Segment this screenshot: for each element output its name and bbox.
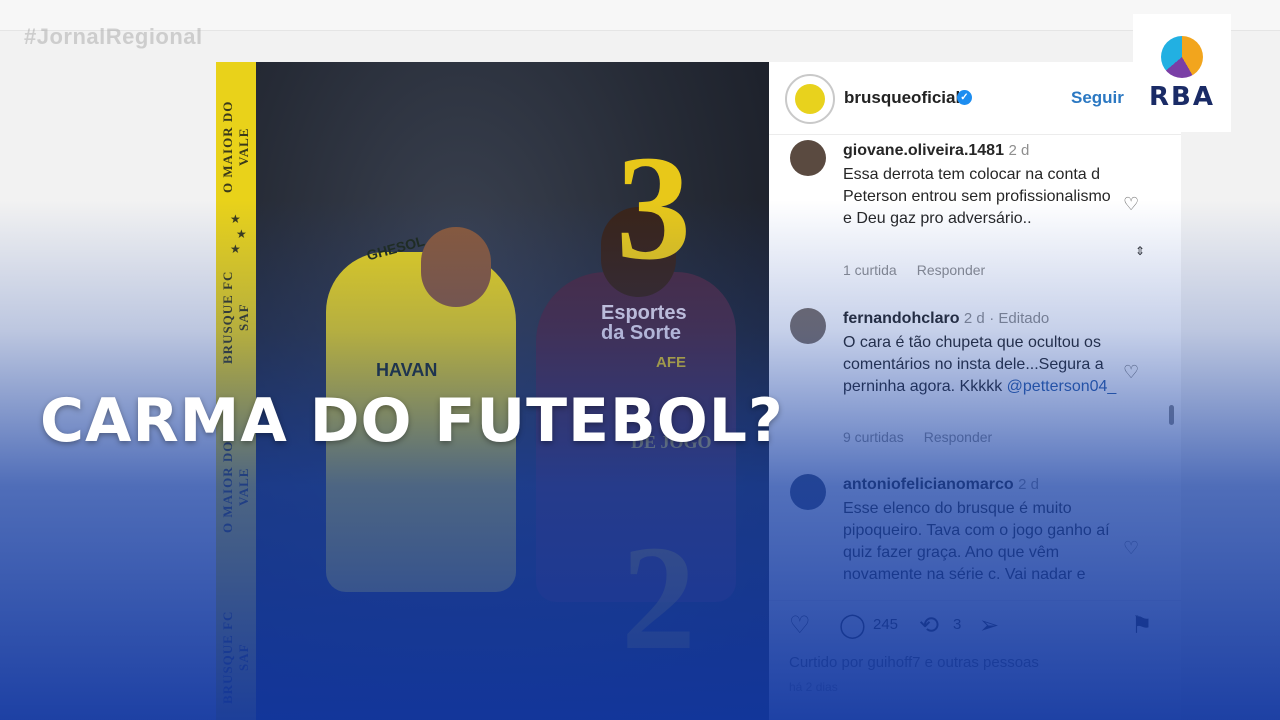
comment-text: O cara é tão chupeta que ocultou os come… — [843, 332, 1123, 398]
score-home-number: 3 — [616, 125, 691, 291]
verified-badge-icon: ✓ — [957, 90, 972, 105]
stripe-label-bottom: BRUSQUE FC SAF — [220, 610, 251, 704]
repost-icon[interactable]: ⟲ — [919, 611, 939, 640]
commenter-avatar[interactable] — [790, 308, 826, 344]
comment-likes[interactable]: 9 curtidas — [843, 429, 904, 445]
comment-actions: 1 curtida Responder — [843, 262, 1005, 278]
scrollbar-thumb[interactable] — [1169, 405, 1174, 425]
comment-username[interactable]: antoniofelicianomarco — [843, 476, 1014, 493]
jersey-sponsor-purple-2: da Sorte — [601, 322, 682, 344]
reply-button[interactable]: Responder — [917, 262, 986, 278]
comment-time: 2 d — [963, 310, 985, 327]
follow-button[interactable]: Seguir — [1071, 88, 1124, 108]
jersey-badge-afe: AFE — [656, 354, 686, 371]
broadcast-frame: #JornalRegional O MAIOR DO VALE ★ ★ ★ BR… — [0, 0, 1280, 720]
stripe-label-mid: BRUSQUE FC SAF — [220, 270, 251, 364]
comment-bubble-icon[interactable]: ◯ — [839, 611, 866, 640]
commenter-avatar[interactable] — [790, 474, 826, 510]
comment-text: Esse elenco do brusque é muito pipoqueir… — [843, 500, 1110, 583]
like-heart-icon[interactable]: ♡ — [789, 611, 811, 640]
share-send-icon[interactable]: ➢ — [979, 611, 999, 640]
comment-item: antoniofelicianomarco 2 d Esse elenco do… — [769, 474, 1181, 596]
account-handle[interactable]: brusqueoficial — [844, 88, 960, 108]
comment-item: fernandohclaro 2 d · Editado O cara é tã… — [769, 308, 1181, 458]
comment-username[interactable]: fernandohclaro — [843, 310, 959, 327]
commenter-avatar[interactable] — [790, 140, 826, 176]
comment-username[interactable]: giovane.oliveira.1481 — [843, 142, 1004, 159]
post-timestamp: há 2 dias — [789, 680, 838, 694]
comment-mention[interactable]: @petterson04_ — [1007, 378, 1117, 395]
comment-likes[interactable]: 1 curtida — [843, 262, 897, 278]
star-icon: ★ — [230, 212, 241, 226]
repost-count: 3 — [953, 616, 962, 633]
reply-button[interactable]: Responder — [924, 429, 993, 445]
comment-count: 245 — [873, 616, 899, 633]
comment-edited: · Editado — [989, 310, 1050, 327]
comment-time: 2 d — [1018, 476, 1040, 493]
comment-time: 2 d — [1008, 142, 1030, 159]
jersey-sponsor-main: HAVAN — [376, 360, 438, 380]
bookmark-icon[interactable]: ⚑ — [1131, 611, 1153, 640]
like-comment-icon[interactable]: ♡ — [1123, 538, 1139, 559]
comment-actions: 9 curtidas Responder — [843, 429, 1012, 445]
score-away-number: 2 — [621, 515, 696, 681]
like-comment-icon[interactable]: ♡ — [1123, 194, 1139, 215]
liked-by-text[interactable]: Curtido por guihoff7 e outras pessoas — [789, 654, 1039, 671]
stripe-label-top: O MAIOR DO VALE — [220, 100, 251, 194]
logo-ball-icon — [1161, 36, 1203, 78]
comment-item: giovane.oliveira.1481 2 d Essa derrota t… — [769, 140, 1181, 290]
logo-text: RBA — [1149, 82, 1215, 112]
star-icon: ★ — [230, 242, 241, 256]
instagram-panel: brusqueoficial ✓ Seguir giovane.oliveira… — [769, 62, 1181, 720]
comment-header: giovane.oliveira.1481 2 d — [843, 142, 1029, 160]
comment-header: antoniofelicianomarco 2 d — [843, 476, 1039, 494]
comment-text: Essa derrota tem colocar na conta d Pete… — [843, 166, 1111, 227]
like-comment-icon[interactable]: ♡ — [1123, 362, 1139, 383]
hashtag-watermark: #JornalRegional — [24, 24, 203, 49]
scroll-arrows-icon[interactable]: ⇕ — [1135, 244, 1145, 258]
comment-header: fernandohclaro 2 d · Editado — [843, 310, 1049, 328]
star-icon: ★ — [236, 227, 247, 241]
player-yellow-head — [421, 227, 491, 307]
post-action-bar: ♡ ◯ 245 ⟲ 3 ➢ ⚑ — [769, 600, 1181, 641]
headline-caption: CARMA DO FUTEBOL? — [40, 386, 784, 456]
comments-scrollbar[interactable] — [1168, 148, 1174, 588]
account-avatar[interactable] — [785, 74, 835, 124]
club-crest-icon — [795, 84, 825, 114]
post-header: brusqueoficial ✓ Seguir — [769, 62, 1181, 135]
channel-logo: RBA — [1133, 14, 1231, 132]
